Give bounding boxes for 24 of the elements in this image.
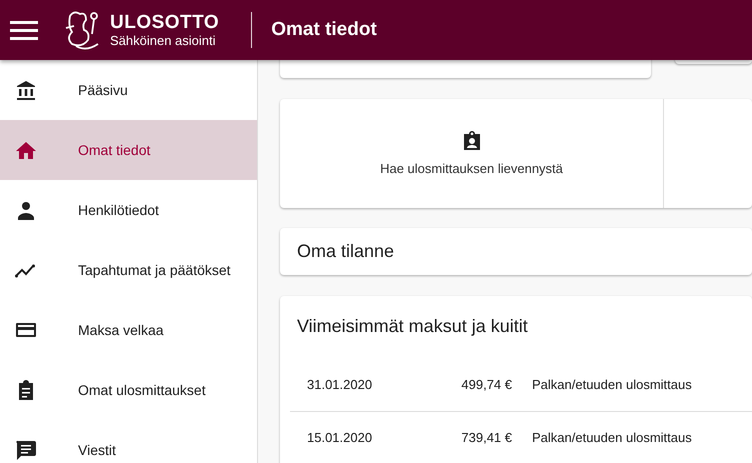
person-icon xyxy=(15,199,37,221)
bank-icon xyxy=(15,79,37,101)
brand-subtitle: Sähköinen asiointi xyxy=(110,32,217,48)
action-link[interactable]: Hae ulosmittauksen lievennystä xyxy=(280,99,664,208)
sidebar-item[interactable]: Omat tiedot xyxy=(0,120,257,180)
sidebar-item[interactable]: Pääsivu xyxy=(0,60,257,120)
sidebar-item[interactable]: Henkilötiedot xyxy=(0,180,257,240)
date-text: 15.01.2020 xyxy=(306,428,374,447)
brand-name: ULOSOTTO xyxy=(110,12,220,32)
message-icon xyxy=(15,439,37,461)
sidebar-item[interactable]: Tapahtumat ja päätökset xyxy=(0,240,257,300)
menu-button[interactable] xyxy=(10,19,38,41)
sidebar-item[interactable]: Omat ulosmittaukset xyxy=(0,360,257,420)
description-text: Palkan/etuuden ulosmittaus xyxy=(532,428,692,447)
page-title: Omat tiedot xyxy=(271,18,377,42)
sidebar-item[interactable]: Viestit xyxy=(0,420,257,463)
home-icon xyxy=(15,139,37,161)
section-title: Viimeisimmät maksut ja kuitit xyxy=(296,316,529,338)
amount-text: 499,74 € xyxy=(460,376,512,394)
date-text: 31.01.2020 xyxy=(306,376,374,394)
description-text: Palkan/etuuden ulosmittaus xyxy=(532,376,692,394)
section-title: Oma tilanne xyxy=(297,240,394,262)
sidebar-item[interactable]: Maksa velkaa xyxy=(0,300,257,360)
amount-text: 739,41 € xyxy=(460,428,512,447)
